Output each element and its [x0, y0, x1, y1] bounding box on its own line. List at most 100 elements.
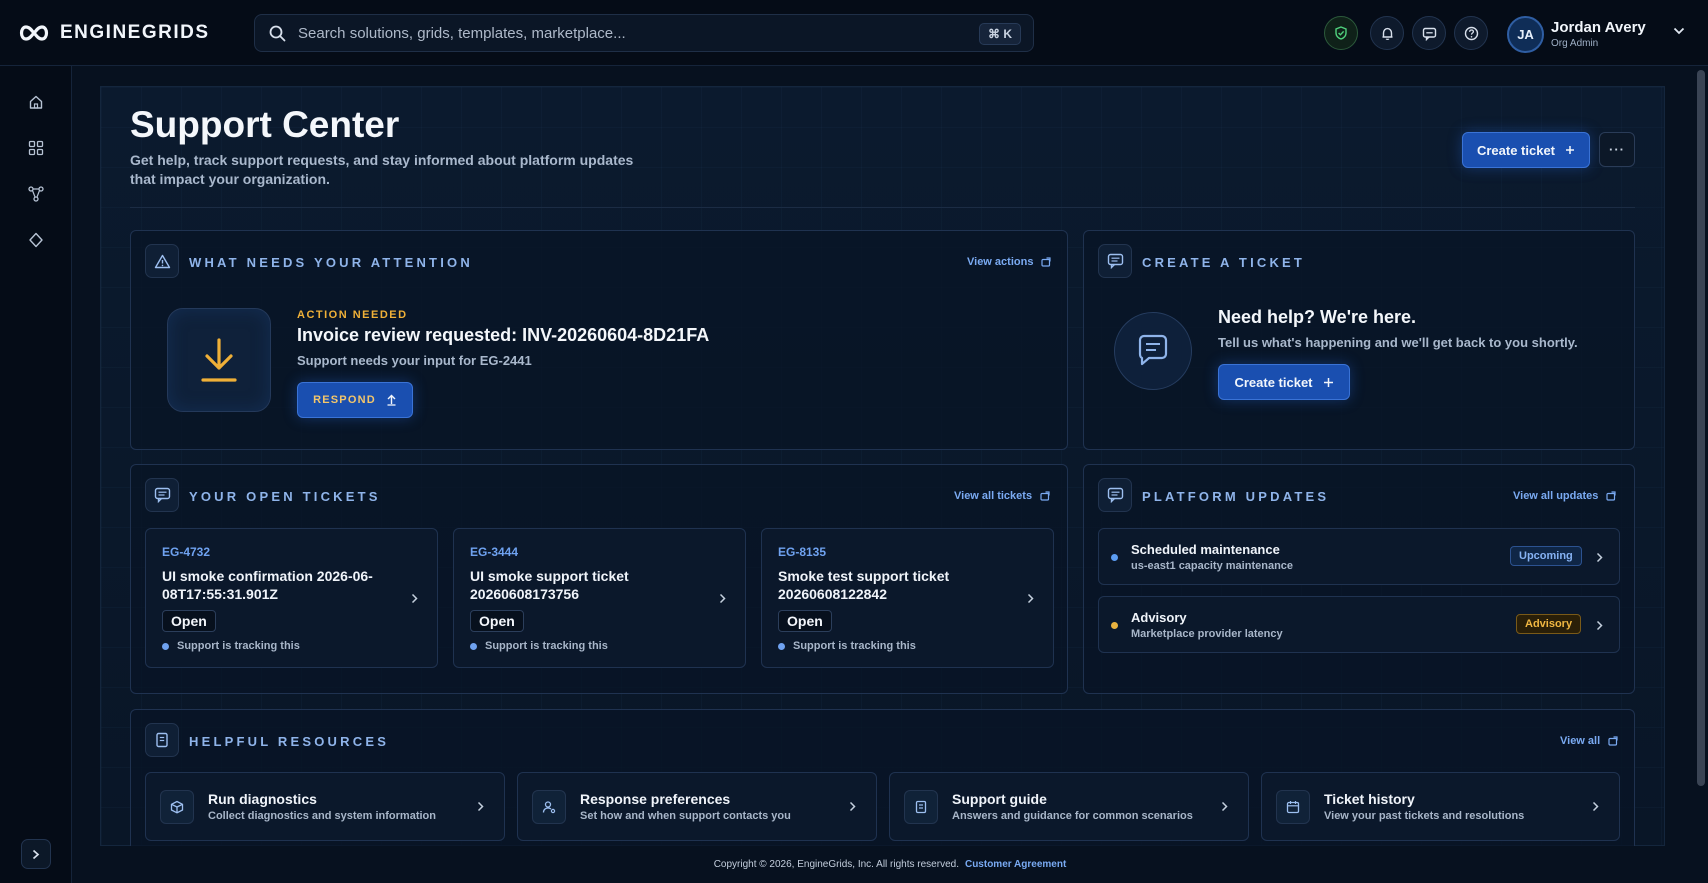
- chevron-down-icon[interactable]: [1673, 27, 1685, 35]
- more-options-button[interactable]: ···: [1599, 132, 1635, 167]
- ticket-status-badge: Open: [778, 610, 832, 632]
- plus-icon: [1323, 377, 1334, 388]
- create-detail: Tell us what's happening and we'll get b…: [1218, 335, 1578, 350]
- external-link-icon: [1041, 257, 1052, 267]
- download-icon: [167, 308, 271, 412]
- ticket-card[interactable]: EG-4732 UI smoke confirmation 2026-06-08…: [145, 528, 438, 668]
- infinity-logo-icon: [18, 24, 50, 42]
- sidebar-expand-button[interactable]: [21, 839, 51, 869]
- ticket-tracking-note: Support is tracking this: [778, 640, 916, 652]
- page-title: Support Center: [130, 104, 400, 145]
- resource-card[interactable]: Ticket history View your past tickets an…: [1261, 772, 1620, 841]
- create-ticket-card-button[interactable]: Create ticket: [1218, 364, 1350, 400]
- chevron-right-icon: [719, 593, 726, 604]
- view-actions-label: View actions: [967, 256, 1034, 268]
- upload-icon: [386, 394, 397, 406]
- avatar[interactable]: JA: [1507, 16, 1544, 53]
- update-item[interactable]: Scheduled maintenance us-east1 capacity …: [1098, 528, 1620, 585]
- update-detail: Marketplace provider latency: [1131, 628, 1283, 640]
- ticket-id: EG-8135: [778, 545, 827, 559]
- plus-icon: [1565, 145, 1575, 155]
- action-detail: Support needs your input for EG-2441: [297, 353, 532, 368]
- ticket-id: EG-3444: [470, 545, 519, 559]
- update-item[interactable]: Advisory Marketplace provider latency Ad…: [1098, 596, 1620, 653]
- search-icon: [269, 25, 286, 42]
- attention-title: WHAT NEEDS YOUR ATTENTION: [189, 255, 473, 270]
- brand-name: ENGINEGRIDS: [60, 22, 210, 43]
- resource-card[interactable]: Response preferences Set how and when su…: [517, 772, 877, 841]
- search-input[interactable]: Search solutions, grids, templates, mark…: [298, 25, 626, 42]
- tracking-text: Support is tracking this: [793, 640, 916, 652]
- chevron-right-icon: [1027, 593, 1034, 604]
- status-badge: Upcoming: [1510, 546, 1582, 566]
- search-bar[interactable]: Search solutions, grids, templates, mark…: [254, 14, 1034, 52]
- chevron-right-icon: [1592, 801, 1599, 812]
- view-all-updates-link[interactable]: View all updates: [1513, 490, 1616, 502]
- resource-title: Ticket history: [1324, 791, 1415, 807]
- create-ticket-button[interactable]: Create ticket: [1462, 132, 1590, 168]
- grid-icon[interactable]: [26, 138, 46, 158]
- view-all-resources-link[interactable]: View all: [1560, 735, 1618, 747]
- chevron-right-icon: [1221, 801, 1228, 812]
- view-actions-link[interactable]: View actions: [967, 256, 1052, 268]
- ticket-card[interactable]: EG-3444 UI smoke support ticket 20260608…: [453, 528, 746, 668]
- chevron-right-icon: [411, 593, 418, 604]
- header-divider: [130, 207, 1635, 208]
- user-name[interactable]: Jordan Avery: [1551, 19, 1646, 36]
- chevron-right-icon: [477, 801, 484, 812]
- updates-chat-icon: [1098, 478, 1132, 512]
- attention-card: WHAT NEEDS YOUR ATTENTION View actions A…: [130, 230, 1068, 450]
- ticket-title: UI smoke confirmation 2026-06-08T17:55:3…: [162, 568, 373, 602]
- help-icon[interactable]: [1454, 16, 1488, 50]
- create-headline: Need help? We're here.: [1218, 307, 1417, 327]
- ticket-tracking-note: Support is tracking this: [162, 640, 300, 652]
- status-badge: Advisory: [1516, 614, 1582, 634]
- resource-card[interactable]: Run diagnostics Collect diagnostics and …: [145, 772, 505, 841]
- external-link-icon: [1608, 736, 1618, 746]
- respond-button[interactable]: RESPOND: [297, 382, 413, 418]
- ticket-status-badge: Open: [470, 610, 524, 632]
- workflow-icon[interactable]: [26, 184, 46, 204]
- marketplace-icon[interactable]: [26, 230, 46, 250]
- brand-logo[interactable]: ENGINEGRIDS: [18, 22, 210, 44]
- create-ticket-card: CREATE A TICKET Need help? We're here. T…: [1083, 230, 1635, 450]
- scrollbar[interactable]: [1697, 70, 1705, 786]
- page-subtitle: Get help, track support requests, and st…: [130, 152, 634, 187]
- home-icon[interactable]: [26, 92, 46, 112]
- external-link-icon: [1606, 491, 1616, 501]
- chevron-right-icon: [32, 849, 40, 860]
- tracking-text: Support is tracking this: [177, 640, 300, 652]
- create-ticket-card-label: Create ticket: [1234, 374, 1313, 390]
- chevron-right-icon: [849, 801, 856, 812]
- status-dot: [778, 642, 785, 650]
- resource-card[interactable]: Support guide Answers and guidance for c…: [889, 772, 1249, 841]
- message-icon[interactable]: [1412, 16, 1446, 50]
- chevron-right-icon: [1596, 552, 1603, 563]
- platform-updates-title: PLATFORM UPDATES: [1142, 489, 1330, 504]
- shield-check-icon[interactable]: [1324, 16, 1358, 50]
- update-title: Advisory: [1131, 610, 1187, 625]
- warning-icon: [145, 244, 179, 278]
- ticket-status-badge: Open: [162, 610, 216, 632]
- respond-label: RESPOND: [313, 394, 376, 406]
- customer-agreement-link[interactable]: Customer Agreement: [965, 859, 1066, 870]
- ticket-id: EG-4732: [162, 545, 211, 559]
- action-needed-eyebrow: ACTION NEEDED: [297, 309, 408, 321]
- bell-icon[interactable]: [1370, 16, 1404, 50]
- cube-icon: [160, 790, 194, 824]
- sidebar: [0, 66, 72, 883]
- ticket-card[interactable]: EG-8135 Smoke test support ticket 202606…: [761, 528, 1054, 668]
- view-all-tickets-label: View all tickets: [954, 490, 1033, 502]
- resource-detail: Collect diagnostics and system informati…: [208, 810, 436, 822]
- helpful-resources-title: HELPFUL RESOURCES: [189, 734, 390, 749]
- status-dot: [470, 642, 477, 650]
- action-headline: Invoice review requested: INV-20260604-8…: [297, 325, 710, 345]
- user-role: Org Admin: [1551, 38, 1599, 49]
- view-all-tickets-link[interactable]: View all tickets: [954, 490, 1050, 502]
- create-ticket-label: Create ticket: [1476, 142, 1556, 158]
- chevron-right-icon: [1596, 620, 1603, 631]
- document-icon: [145, 723, 179, 757]
- ticket-tracking-note: Support is tracking this: [470, 640, 608, 652]
- copyright-text: Copyright © 2026, EngineGrids, Inc. All …: [713, 859, 959, 870]
- chat-bubble-icon: [1114, 312, 1192, 390]
